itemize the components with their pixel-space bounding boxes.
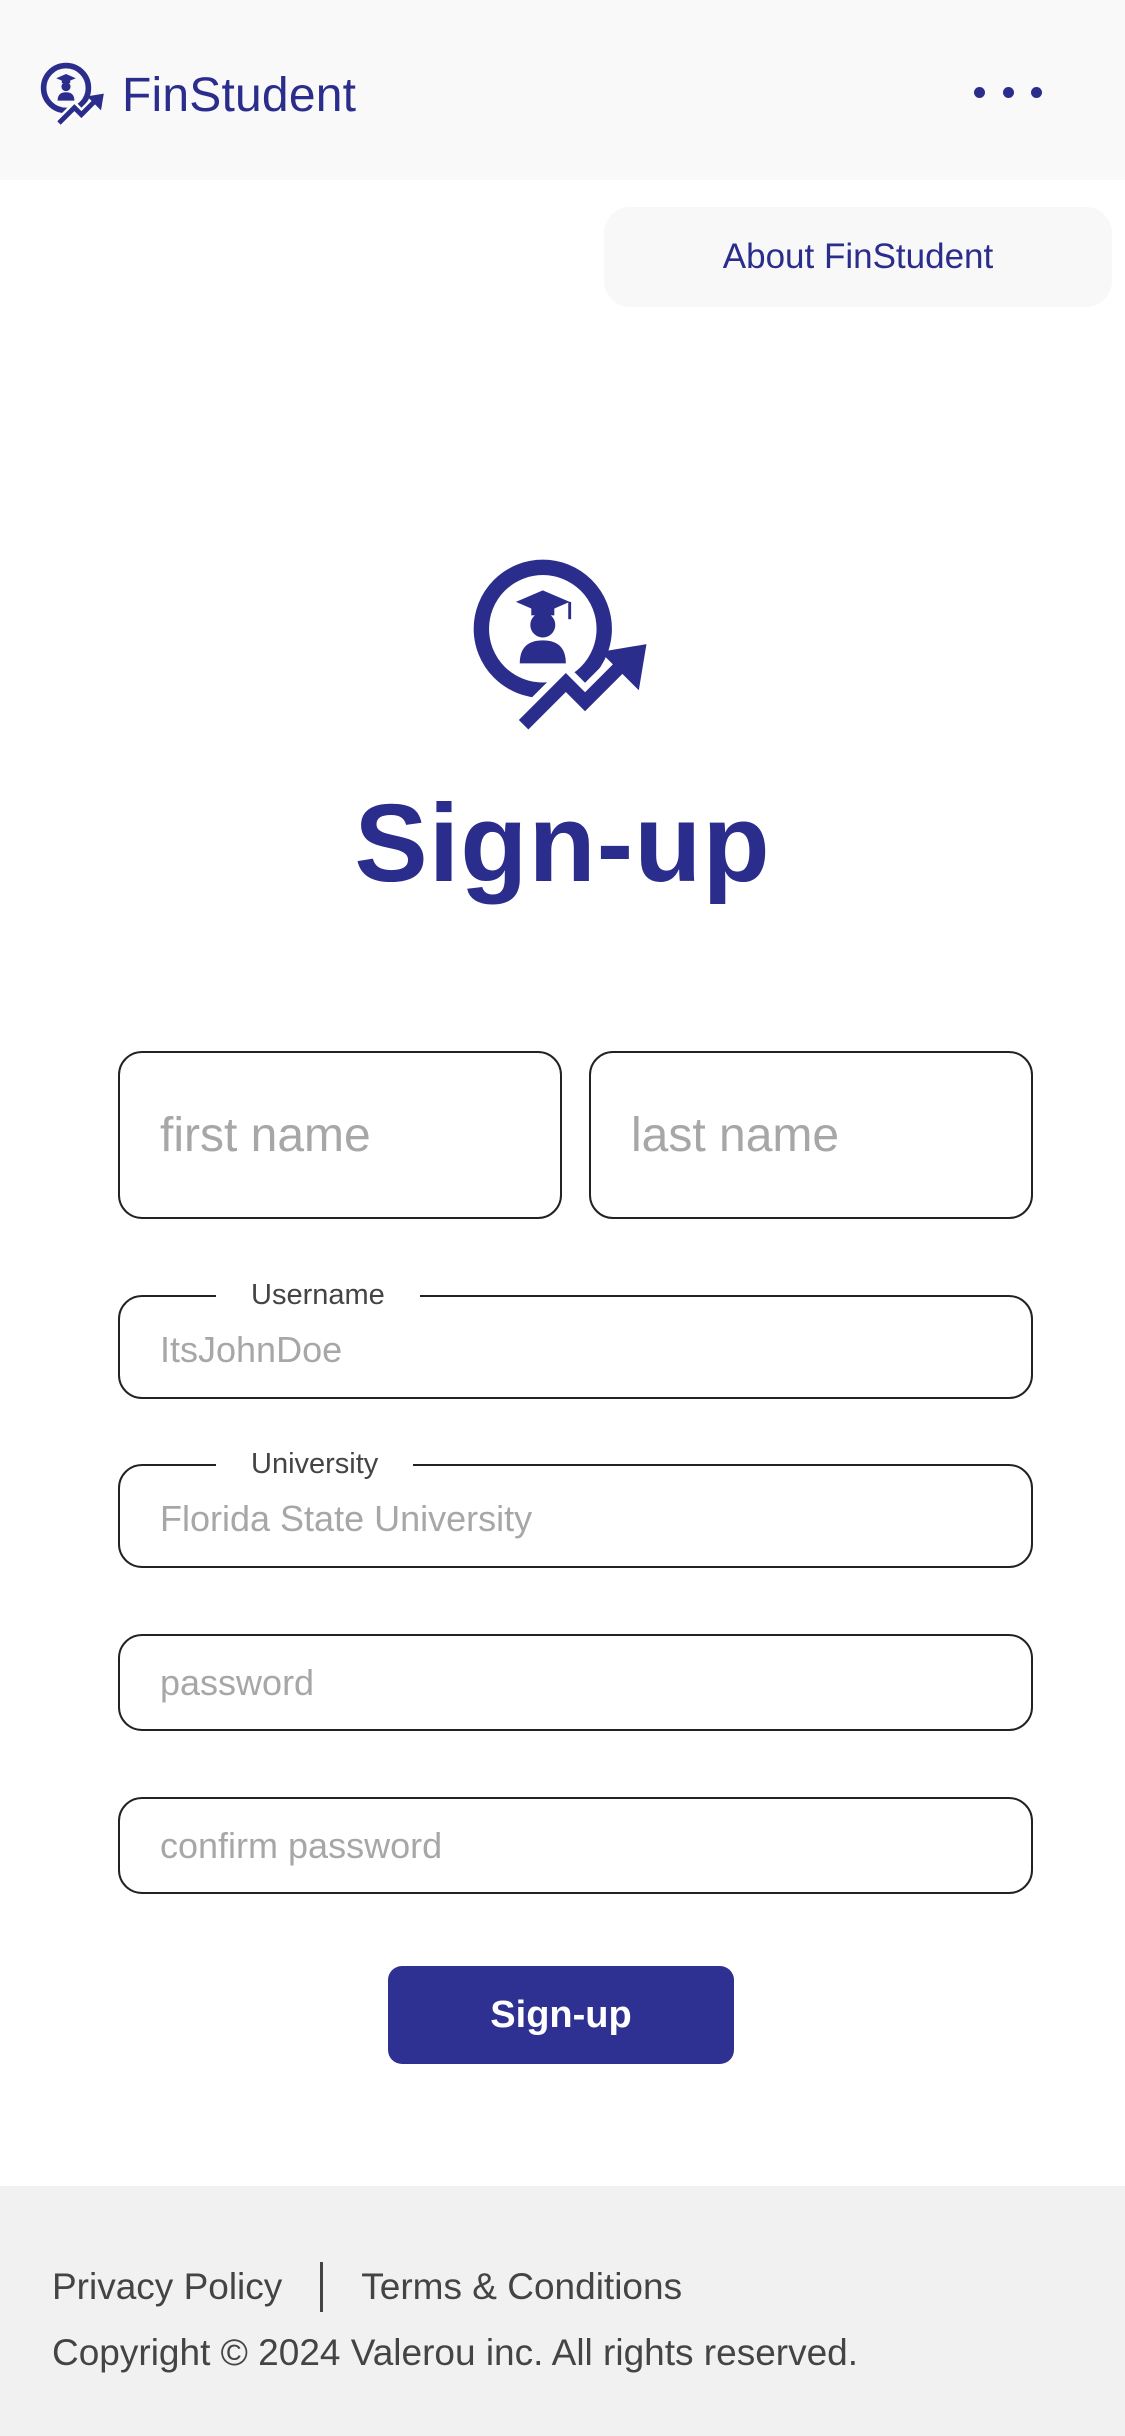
terms-link[interactable]: Terms & Conditions: [361, 2266, 682, 2308]
last-name-input[interactable]: [631, 1107, 1031, 1163]
top-header: FinStudent: [0, 0, 1125, 180]
more-dot-icon: [1031, 86, 1042, 98]
more-dot-icon: [974, 86, 985, 98]
first-name-input[interactable]: [160, 1107, 560, 1163]
username-input[interactable]: [160, 1329, 1031, 1371]
more-menu-button[interactable]: [968, 72, 1048, 112]
brand-name: FinStudent: [122, 68, 357, 122]
password-field[interactable]: [118, 1634, 1033, 1731]
username-field[interactable]: Username: [118, 1279, 1033, 1399]
confirm-password-input[interactable]: [160, 1824, 1031, 1867]
password-input[interactable]: [160, 1661, 1031, 1704]
brand[interactable]: FinStudent: [38, 60, 356, 130]
graduate-growth-hero-icon: [473, 559, 647, 735]
university-label: University: [216, 1448, 414, 1481]
more-dot-icon: [1002, 86, 1014, 98]
university-field[interactable]: University: [118, 1448, 1033, 1568]
copyright-text: Copyright © 2024 Valerou inc. All rights…: [52, 2332, 859, 2373]
username-label: Username: [216, 1279, 420, 1312]
university-input[interactable]: [160, 1498, 1031, 1540]
footer-links: Privacy Policy Terms & Conditions: [52, 2262, 682, 2312]
graduate-growth-logo-icon: [40, 62, 104, 127]
confirm-password-field[interactable]: [118, 1797, 1033, 1894]
signup-button[interactable]: Sign-up: [388, 1966, 734, 2064]
page-title: Sign-up: [354, 782, 771, 905]
about-button[interactable]: About FinStudent: [604, 207, 1112, 307]
first-name-field[interactable]: [118, 1051, 562, 1219]
footer-divider: [320, 2262, 324, 2312]
last-name-field[interactable]: [589, 1051, 1033, 1219]
privacy-policy-link[interactable]: Privacy Policy: [52, 2266, 282, 2308]
footer: Privacy Policy Terms & Conditions Copyri…: [0, 2186, 1125, 2436]
